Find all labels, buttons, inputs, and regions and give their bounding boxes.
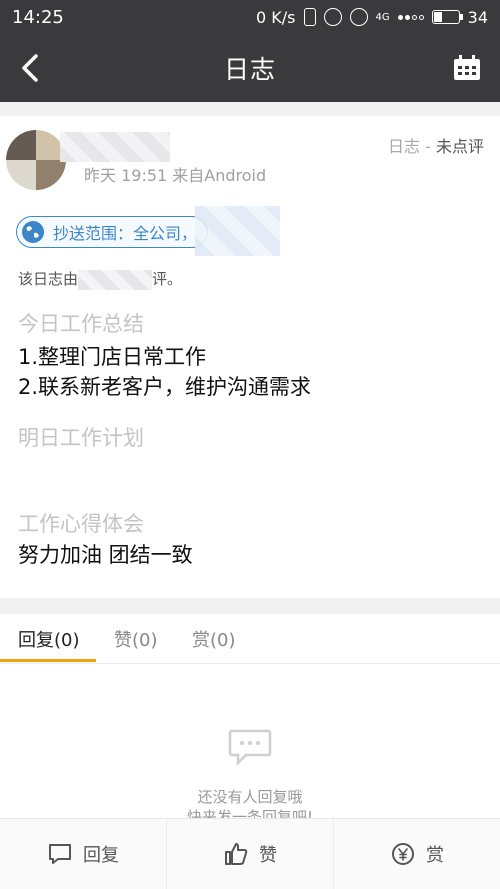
summary-line: 1.整理门店日常工作	[18, 345, 207, 369]
battery-icon	[431, 10, 463, 24]
author-name-redacted	[60, 132, 170, 162]
cc-scope-redacted	[195, 206, 280, 256]
comment-icon	[49, 844, 71, 864]
vibrate-icon	[303, 8, 316, 26]
app-header: 日志	[0, 34, 500, 102]
log-type: 日志	[388, 137, 421, 156]
replies-empty-state: 还没有人回复哦 快来发一条回复吧!	[0, 664, 500, 826]
tab-replies[interactable]: 回复(0)	[18, 626, 80, 652]
review-note-prefix: 该日志由	[18, 270, 79, 288]
tab-likes[interactable]: 赞(0)	[114, 626, 158, 652]
post-meta: 昨天 19:51 来自Android	[84, 166, 267, 185]
calendar-icon	[454, 55, 480, 80]
avatar[interactable]	[6, 130, 66, 190]
section-body-today-summary: 1.整理门店日常工作 2.联系新老客户，维护沟通需求	[18, 342, 311, 402]
reply-button[interactable]: 回复	[0, 819, 167, 889]
review-note: 该日志由 评。	[18, 268, 182, 290]
section-heading-today-summary: 今日工作总结	[18, 312, 144, 336]
reflection-line: 努力加油 团结一致	[18, 543, 193, 567]
globe-icon	[22, 221, 44, 243]
tab-rewards[interactable]: 赏(0)	[192, 626, 236, 652]
net-speed: 0 K/s	[256, 7, 296, 27]
section-heading-tomorrow-plan: 明日工作计划	[18, 426, 144, 450]
tag-separator: -	[420, 137, 436, 156]
cc-scope[interactable]: 抄送范围：全公司，	[16, 216, 209, 248]
summary-line: 2.联系新老客户，维护沟通需求	[18, 375, 312, 399]
status-bar: 14:25 0 K/s 4G 34	[0, 0, 500, 34]
notification-icon	[349, 8, 368, 26]
bottom-action-bar: 回复 赞 赏	[0, 818, 500, 889]
section-body-reflections: 努力加油 团结一致	[18, 540, 193, 570]
status-indicators: 0 K/s 4G 34	[256, 8, 488, 27]
network-type: 4G	[375, 11, 390, 23]
log-status-tag: 日志 - 未点评	[388, 133, 484, 157]
thumbs-up-icon	[225, 843, 248, 865]
reply-label: 回复	[83, 845, 119, 866]
alarm-icon	[323, 8, 342, 26]
like-button[interactable]: 赞	[167, 819, 334, 889]
review-note-suffix: 评。	[152, 270, 183, 288]
reward-label: 赏	[426, 845, 444, 866]
chat-bubble-icon	[228, 729, 272, 767]
section-heading-reflections: 工作心得体会	[18, 512, 144, 536]
calendar-button[interactable]	[450, 51, 484, 85]
yen-coin-icon	[392, 843, 414, 865]
back-button[interactable]	[10, 48, 50, 88]
empty-state-line-1: 还没有人回复哦	[197, 788, 303, 806]
active-tab-indicator	[0, 659, 96, 662]
log-card: 昨天 19:51 来自Android 日志 - 未点评 抄送范围：全公司， 该日…	[0, 116, 500, 598]
reward-button[interactable]: 赏	[334, 819, 500, 889]
like-label: 赞	[259, 845, 277, 866]
reviewer-redacted	[78, 269, 153, 290]
signal-icon	[397, 14, 424, 20]
battery-level: 34	[467, 7, 488, 27]
page-title: 日志	[223, 55, 276, 84]
cc-scope-text: 抄送范围：全公司，	[53, 224, 198, 243]
review-status: 未点评	[435, 137, 484, 156]
status-time: 14:25	[12, 6, 64, 28]
tab-bar: 回复(0) 赞(0) 赏(0)	[0, 614, 500, 664]
chevron-left-icon	[22, 54, 38, 82]
